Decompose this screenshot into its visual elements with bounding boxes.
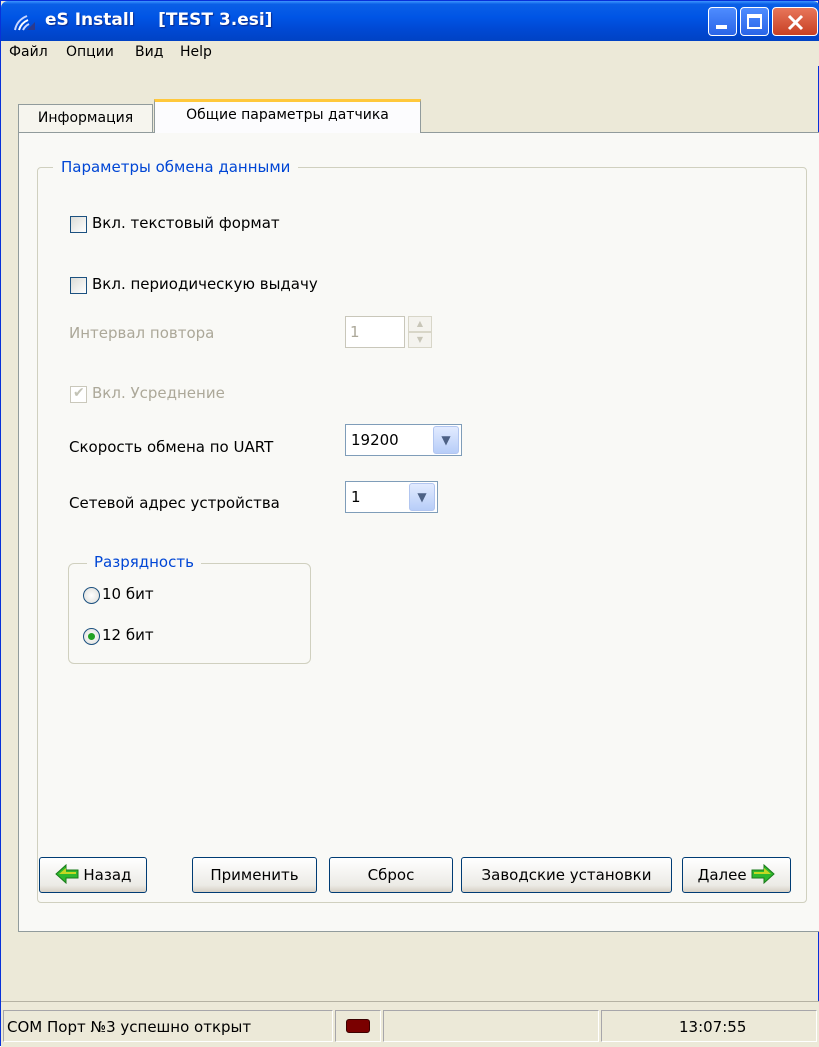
repeat-interval-input[interactable]: 1 bbox=[345, 316, 405, 348]
arrow-right-icon bbox=[751, 863, 776, 884]
status-bar: COM Порт №3 успешно открыт 13:07:55 bbox=[1, 1001, 819, 1047]
apply-button[interactable]: Применить bbox=[192, 857, 317, 893]
signal-waves-icon bbox=[14, 15, 35, 31]
menu-view[interactable]: Вид bbox=[135, 44, 163, 60]
maximize-button[interactable] bbox=[740, 7, 769, 36]
uart-speed-value: 19200 bbox=[351, 431, 399, 449]
network-address-value: 1 bbox=[351, 488, 361, 506]
menu-file[interactable]: Файл bbox=[9, 44, 48, 60]
next-button[interactable]: Далее bbox=[682, 857, 791, 893]
chevron-down-icon[interactable]: ▼ bbox=[433, 426, 459, 454]
menu-help[interactable]: Help bbox=[180, 44, 212, 60]
status-pane-empty bbox=[383, 1010, 599, 1042]
back-button[interactable]: Назад bbox=[39, 857, 147, 893]
maximize-icon bbox=[747, 14, 762, 29]
chevron-down-icon[interactable]: ▼ bbox=[409, 483, 435, 511]
tab-sensor-general-params[interactable]: Общие параметры датчика bbox=[154, 99, 421, 133]
resolution-legend: Разрядность bbox=[87, 553, 201, 571]
periodic-output-checkbox[interactable] bbox=[70, 277, 87, 294]
data-exchange-legend: Параметры обмена данными bbox=[53, 158, 299, 176]
status-time: 13:07:55 bbox=[679, 1018, 747, 1036]
radio-10-bit-label[interactable]: 10 бит bbox=[102, 585, 154, 603]
arrow-left-icon bbox=[54, 863, 79, 884]
repeat-interval-label: Интервал повтора bbox=[69, 324, 215, 342]
uart-speed-select[interactable]: 19200 ▼ bbox=[345, 424, 462, 456]
minimize-icon bbox=[716, 25, 727, 29]
next-button-label: Далее bbox=[697, 866, 747, 884]
minimize-button[interactable] bbox=[708, 7, 737, 36]
spin-up-icon[interactable]: ▲ bbox=[408, 316, 432, 332]
reset-button[interactable]: Сброс bbox=[329, 857, 453, 893]
averaging-checkbox[interactable]: ✔ bbox=[70, 385, 87, 403]
averaging-label: Вкл. Усреднение bbox=[92, 384, 225, 402]
periodic-output-label[interactable]: Вкл. периодическую выдачу bbox=[92, 275, 318, 293]
resolution-groupbox bbox=[68, 563, 311, 664]
factory-settings-button[interactable]: Заводские установки bbox=[461, 857, 672, 893]
back-button-label: Назад bbox=[83, 866, 132, 884]
tab-information[interactable]: Информация bbox=[18, 104, 153, 132]
radio-selected-dot bbox=[88, 633, 95, 640]
repeat-interval-spinner[interactable]: ▲ ▼ bbox=[408, 316, 432, 348]
network-address-select[interactable]: 1 ▼ bbox=[345, 481, 438, 513]
radio-12-bit[interactable] bbox=[83, 628, 100, 645]
window-title: eS Install [TEST 3.esi] bbox=[45, 10, 273, 30]
text-format-label[interactable]: Вкл. текстовый формат bbox=[92, 214, 280, 232]
title-bar[interactable]: eS Install [TEST 3.esi] bbox=[1, 1, 819, 41]
network-address-label: Сетевой адрес устройства bbox=[69, 494, 280, 512]
app-window: eS Install [TEST 3.esi] Файл Опции Вид H… bbox=[0, 0, 819, 1047]
uart-speed-label: Скорость обмена по UART bbox=[69, 438, 274, 456]
status-message: COM Порт №3 успешно открыт bbox=[7, 1018, 252, 1036]
text-format-checkbox[interactable] bbox=[70, 216, 87, 233]
radio-10-bit[interactable] bbox=[83, 587, 100, 604]
menu-options[interactable]: Опции bbox=[66, 44, 114, 60]
connection-led-icon bbox=[346, 1019, 370, 1033]
radio-12-bit-label[interactable]: 12 бит bbox=[102, 626, 154, 644]
close-icon bbox=[787, 14, 804, 31]
menu-bar: Файл Опции Вид Help bbox=[1, 41, 819, 66]
checkmark-icon: ✔ bbox=[73, 385, 85, 401]
close-button[interactable] bbox=[772, 7, 818, 36]
spin-down-icon[interactable]: ▼ bbox=[408, 332, 432, 348]
